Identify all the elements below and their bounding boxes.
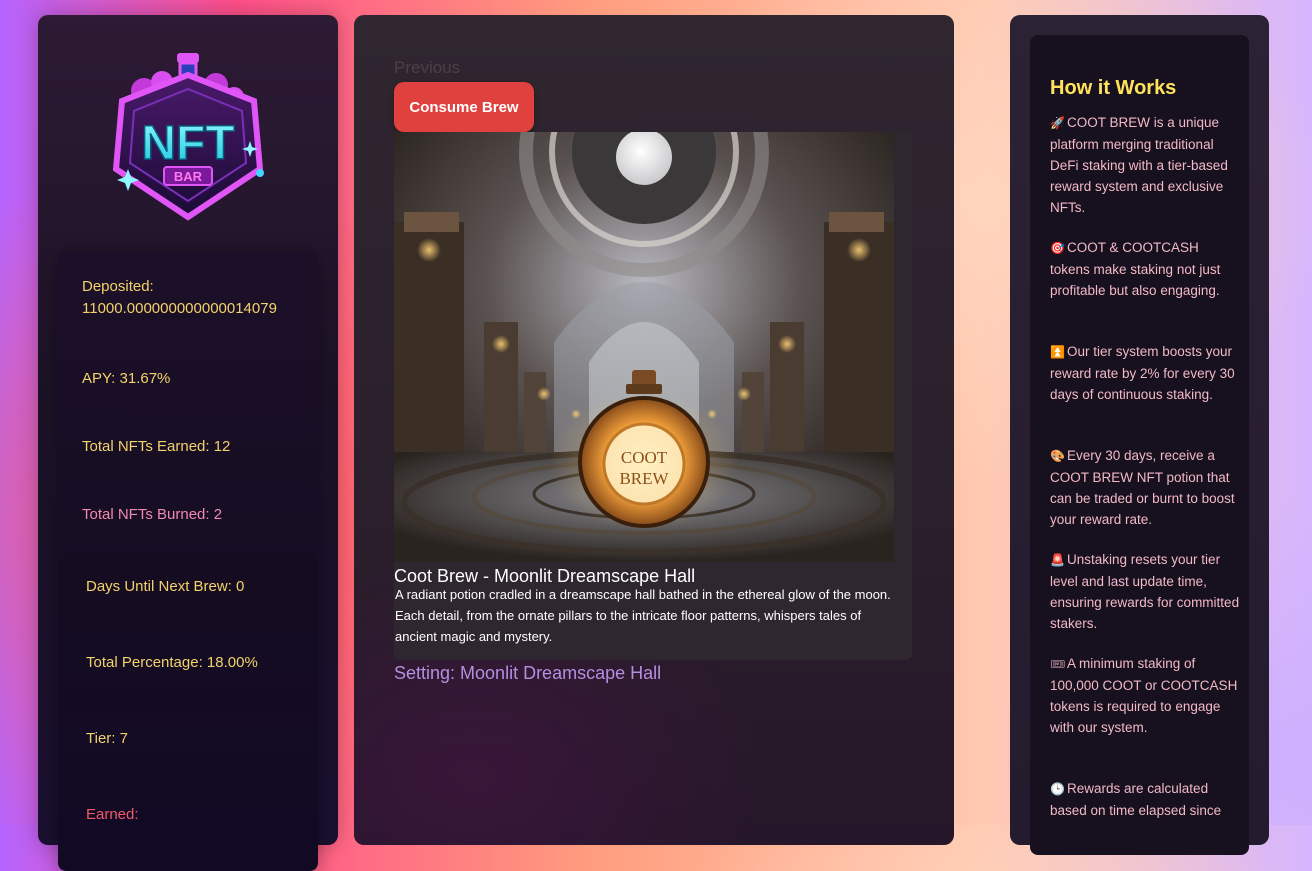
total-nfts-earned-stat: Total NFTs Earned: 12: [82, 438, 231, 455]
how-item-text: Our tier system boosts your reward rate …: [1050, 344, 1235, 402]
palette-icon: 🎨: [1050, 449, 1065, 463]
siren-icon: 🚨: [1050, 553, 1065, 567]
tier-stat: Tier: 7: [86, 730, 128, 747]
total-nfts-burned-stat: Total NFTs Burned: 2: [82, 506, 223, 523]
how-item-text: COOT & COOTCASH tokens make staking not …: [1050, 240, 1221, 298]
nft-bar-logo: NFT BAR: [112, 53, 264, 221]
how-item-tier-system: ⏫ Our tier system boosts your reward rate…: [1050, 341, 1240, 405]
how-item-text: Every 30 days, receive a COOT BREW NFT p…: [1050, 448, 1235, 527]
potion-label-top: COOT: [621, 448, 668, 467]
how-item-text: Unstaking resets your tier level and las…: [1050, 552, 1240, 631]
earned-stat: Earned:: [86, 806, 139, 823]
logo-text: NFT: [141, 117, 234, 170]
previous-link[interactable]: Previous: [394, 58, 460, 78]
how-it-works-title: How it Works: [1050, 77, 1177, 99]
days-until-next-brew-stat: Days Until Next Brew: 0: [86, 578, 245, 595]
how-item-text: COOT BREW is a unique platform merging t…: [1050, 115, 1228, 215]
how-item-text: Rewards are calculated based on time ela…: [1050, 781, 1222, 818]
how-item-rewards: 🕒 Rewards are calculated based on time el…: [1050, 778, 1240, 821]
rocket-icon: 🚀: [1050, 116, 1065, 130]
stats-card: Deposited: 11000.000000000000014079 APY:…: [58, 251, 318, 871]
nft-viewer-panel: Previous Consume Brew COOT BREW Coot Bre…: [354, 15, 954, 845]
consume-brew-button[interactable]: Consume Brew: [394, 82, 534, 132]
total-percentage-stat: Total Percentage: 18.00%: [86, 654, 258, 671]
how-it-works-card: How it Works 🚀 COOT BREW is a unique plat…: [1030, 35, 1249, 855]
logo-subtext: BAR: [174, 169, 203, 184]
how-item-minimum-stake: 🎟 A minimum staking of 100,000 COOT or CO…: [1050, 653, 1240, 738]
clock-icon: 🕒: [1050, 782, 1065, 796]
how-item-unstaking: 🚨 Unstaking resets your tier level and la…: [1050, 549, 1240, 634]
up-arrow-icon: ⏫: [1050, 345, 1065, 359]
how-it-works-sidebar: How it Works 🚀 COOT BREW is a unique plat…: [1010, 15, 1269, 855]
target-icon: 🎯: [1050, 241, 1065, 255]
apy-stat: APY: 31.67%: [82, 370, 171, 387]
nft-artwork-image: COOT BREW: [394, 132, 894, 562]
how-item-platform: 🚀 COOT BREW is a unique platform merging …: [1050, 112, 1240, 218]
how-item-tokens: 🎯 COOT & COOTCASH tokens make staking not…: [1050, 237, 1240, 301]
stats-sidebar: NFT BAR Deposited: 11000.000000000000014…: [38, 15, 338, 871]
nft-description: A radiant potion cradled in a dreamscape…: [395, 587, 891, 644]
how-item-nft-potion: 🎨 Every 30 days, receive a COOT BREW NFT …: [1050, 445, 1240, 530]
potion-label-bottom: BREW: [619, 469, 669, 488]
ticket-icon: 🎟: [1050, 657, 1066, 671]
deposited-stat: Deposited: 11000.000000000000014079: [82, 278, 277, 317]
nft-setting: Setting: Moonlit Dreamscape Hall: [394, 663, 662, 683]
nft-card: COOT BREW Coot Brew - Moonlit Dreamscape…: [394, 132, 912, 660]
how-item-text: A minimum staking of 100,000 COOT or COO…: [1050, 656, 1238, 735]
